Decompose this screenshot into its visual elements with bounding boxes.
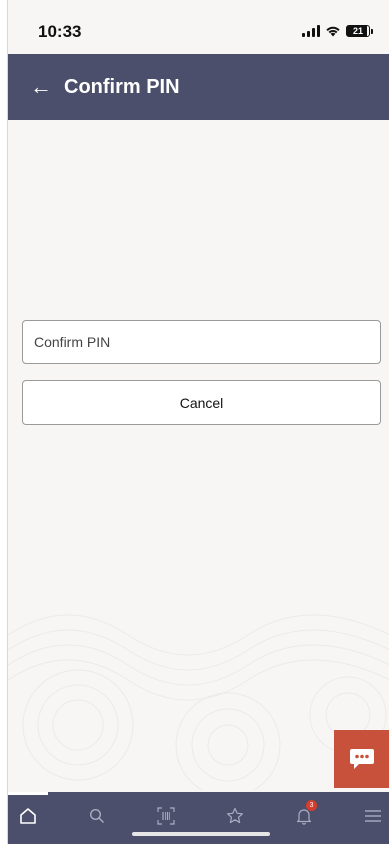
- status-bar: 10:33 21: [8, 0, 389, 54]
- nav-favorites[interactable]: [220, 804, 250, 828]
- battery-icon: 21: [346, 25, 373, 37]
- status-icons: 21: [302, 22, 373, 40]
- chat-bubble-icon: [350, 749, 374, 769]
- nav-search[interactable]: [82, 804, 112, 828]
- battery-level: 21: [352, 26, 363, 36]
- app-header: ← Confirm PIN: [8, 54, 389, 120]
- nav-scan[interactable]: [151, 804, 181, 828]
- bottom-nav: 3: [8, 792, 389, 844]
- status-time: 10:33: [38, 22, 82, 41]
- barcode-scan-icon: [157, 807, 175, 825]
- app-screen: 10:33 21 ← Confirm PIN Cancel 3: [7, 0, 389, 844]
- arrow-left-icon[interactable]: ←: [30, 76, 52, 98]
- confirm-pin-input[interactable]: [22, 320, 381, 364]
- wifi-icon: [326, 26, 340, 37]
- cancel-button-label: Cancel: [179, 394, 224, 411]
- decorative-pattern: [8, 614, 389, 790]
- home-icon: [20, 808, 36, 824]
- home-indicator-bar[interactable]: [132, 832, 270, 836]
- nav-notifications[interactable]: 3: [289, 800, 319, 828]
- star-icon: [227, 807, 243, 824]
- menu-icon: [365, 810, 381, 822]
- cancel-button[interactable]: Cancel: [22, 380, 381, 425]
- notification-badge: 3: [306, 800, 317, 811]
- nav-menu[interactable]: [358, 804, 388, 828]
- active-tab-indicator: [8, 792, 48, 795]
- signal-icon: [302, 25, 320, 37]
- search-icon: [89, 808, 104, 823]
- chat-button[interactable]: [334, 730, 389, 788]
- page-title: Confirm PIN: [64, 75, 180, 98]
- nav-home[interactable]: [13, 804, 43, 828]
